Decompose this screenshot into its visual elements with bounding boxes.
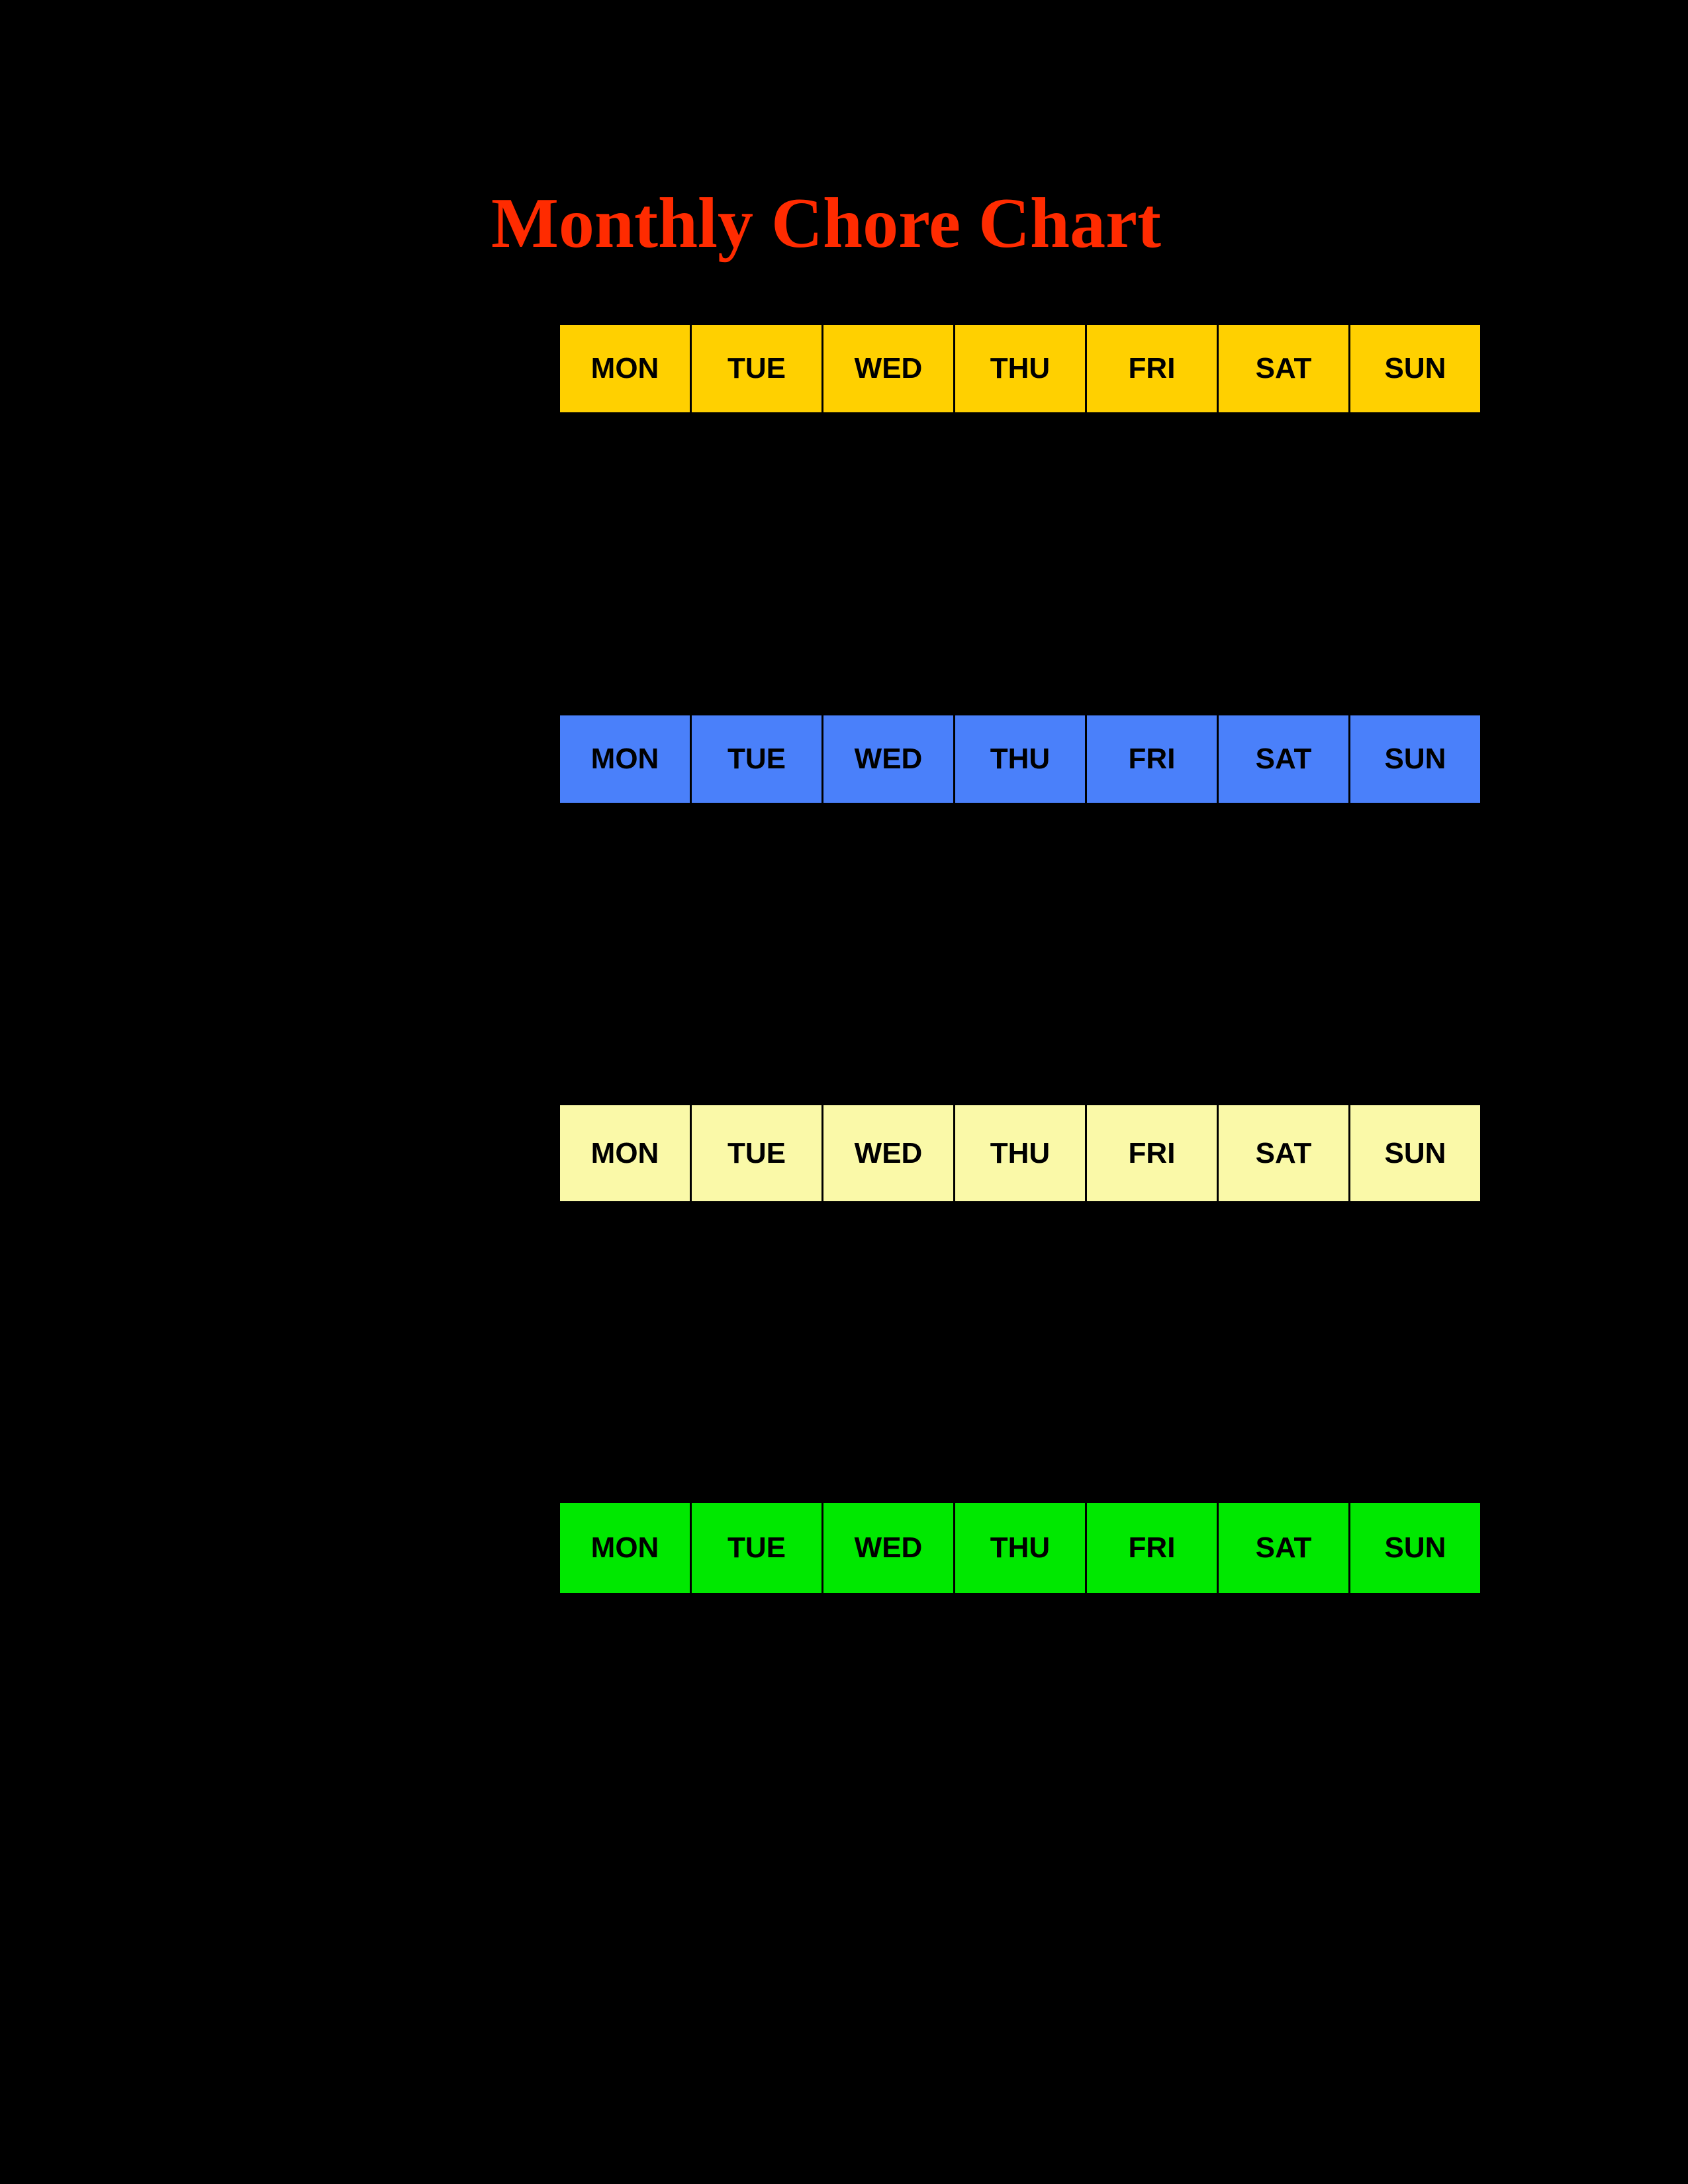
day-cell-sun[interactable]: SUN [1348, 713, 1482, 805]
week-2-table: MON TUE WED THU FRI SAT SUN [558, 713, 1482, 805]
day-cell-thu[interactable]: THU [953, 713, 1087, 805]
day-cell-thu[interactable]: THU [953, 1103, 1087, 1203]
day-cell-sun[interactable]: SUN [1348, 1501, 1482, 1595]
day-cell-wed[interactable]: WED [821, 1103, 955, 1203]
day-cell-thu[interactable]: THU [953, 1501, 1087, 1595]
page-title: Monthly Chore Chart [491, 184, 1161, 263]
day-cell-wed[interactable]: WED [821, 323, 955, 414]
day-cell-tue[interactable]: TUE [690, 713, 823, 805]
day-cell-thu[interactable]: THU [953, 323, 1087, 414]
day-cell-tue[interactable]: TUE [690, 1501, 823, 1595]
day-cell-tue[interactable]: TUE [690, 323, 823, 414]
day-cell-sat[interactable]: SAT [1217, 1103, 1350, 1203]
day-cell-sat[interactable]: SAT [1217, 323, 1350, 414]
day-cell-fri[interactable]: FRI [1085, 323, 1219, 414]
day-cell-mon[interactable]: MON [558, 713, 692, 805]
week-4-table: MON TUE WED THU FRI SAT SUN [558, 1501, 1482, 1595]
day-cell-wed[interactable]: WED [821, 1501, 955, 1595]
day-cell-mon[interactable]: MON [558, 1501, 692, 1595]
day-cell-sat[interactable]: SAT [1217, 1501, 1350, 1595]
day-cell-wed[interactable]: WED [821, 713, 955, 805]
week-3-table: MON TUE WED THU FRI SAT SUN [558, 1103, 1482, 1203]
day-cell-fri[interactable]: FRI [1085, 713, 1219, 805]
day-cell-sun[interactable]: SUN [1348, 1103, 1482, 1203]
day-cell-mon[interactable]: MON [558, 1103, 692, 1203]
day-cell-fri[interactable]: FRI [1085, 1103, 1219, 1203]
day-cell-fri[interactable]: FRI [1085, 1501, 1219, 1595]
table-row: MON TUE WED THU FRI SAT SUN [558, 323, 1482, 414]
table-row: MON TUE WED THU FRI SAT SUN [558, 1501, 1482, 1595]
day-cell-mon[interactable]: MON [558, 323, 692, 414]
week-1-table: MON TUE WED THU FRI SAT SUN [558, 323, 1482, 414]
table-row: MON TUE WED THU FRI SAT SUN [558, 713, 1482, 805]
day-cell-tue[interactable]: TUE [690, 1103, 823, 1203]
chore-chart-page: Monthly Chore Chart MON TUE WED THU FRI … [0, 0, 1688, 2184]
day-cell-sat[interactable]: SAT [1217, 713, 1350, 805]
day-cell-sun[interactable]: SUN [1348, 323, 1482, 414]
table-row: MON TUE WED THU FRI SAT SUN [558, 1103, 1482, 1203]
